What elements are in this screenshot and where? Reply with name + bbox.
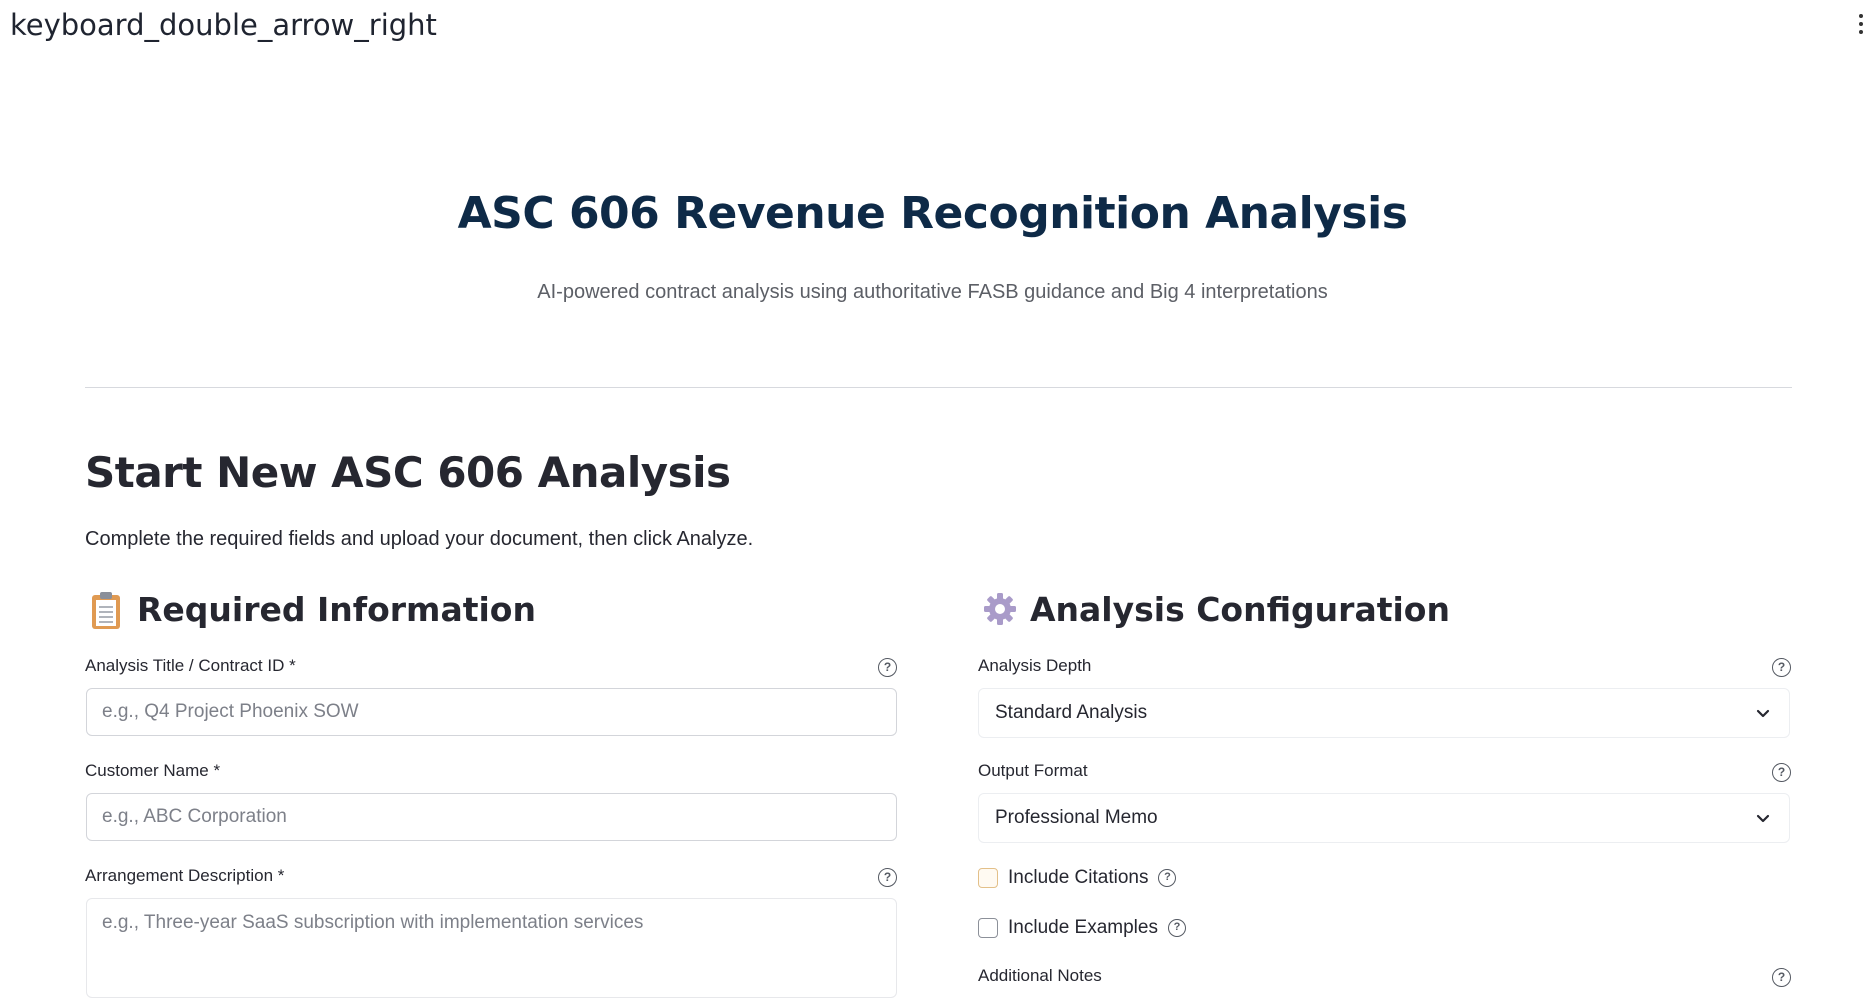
analysis-title-input[interactable] bbox=[86, 688, 897, 736]
include-examples-checkbox[interactable] bbox=[978, 918, 998, 938]
additional-notes-label: Additional Notes bbox=[978, 966, 1102, 985]
customer-name-input[interactable] bbox=[86, 793, 897, 841]
arrangement-description-textarea[interactable] bbox=[86, 898, 897, 998]
main-menu-icon[interactable] bbox=[1857, 14, 1865, 34]
include-citations-checkbox[interactable] bbox=[978, 868, 998, 888]
clipboard-icon bbox=[89, 591, 123, 629]
help-icon[interactable]: ? bbox=[1158, 869, 1177, 887]
sidebar-expand-button[interactable]: keyboard_double_arrow_right bbox=[10, 8, 437, 42]
page-subtitle: AI-powered contract analysis using autho… bbox=[537, 281, 1328, 303]
required-info-heading: Required Information bbox=[89, 590, 536, 629]
analysis-depth-label: Analysis Depth bbox=[978, 656, 1092, 675]
help-icon[interactable]: ? bbox=[1772, 763, 1791, 782]
divider bbox=[85, 387, 1792, 388]
analysis-depth-value: Standard Analysis bbox=[995, 702, 1148, 723]
output-format-value: Professional Memo bbox=[995, 807, 1158, 828]
analysis-config-title: Analysis Configuration bbox=[1030, 590, 1450, 629]
output-format-label: Output Format bbox=[978, 761, 1088, 780]
chevron-down-icon bbox=[1756, 709, 1770, 718]
include-citations-label: Include Citations bbox=[1008, 867, 1149, 888]
required-info-title: Required Information bbox=[137, 590, 536, 629]
analysis-title-label: Analysis Title / Contract ID * bbox=[85, 656, 296, 675]
chevron-down-icon bbox=[1756, 814, 1770, 823]
gear-icon bbox=[982, 591, 1016, 629]
section-description: Complete the required fields and upload … bbox=[85, 528, 754, 550]
include-examples-row[interactable]: Include Examples ? bbox=[978, 917, 1186, 939]
page-title: ASC 606 Revenue Recognition Analysis bbox=[457, 188, 1408, 239]
help-icon[interactable]: ? bbox=[878, 658, 897, 677]
section-heading: Start New ASC 606 Analysis bbox=[85, 448, 731, 497]
analysis-depth-select[interactable]: Standard Analysis bbox=[978, 688, 1790, 738]
help-icon[interactable]: ? bbox=[1772, 968, 1791, 987]
analysis-config-heading: Analysis Configuration bbox=[982, 590, 1450, 629]
customer-name-label: Customer Name * bbox=[85, 761, 221, 780]
include-examples-label: Include Examples bbox=[1008, 917, 1158, 938]
output-format-select[interactable]: Professional Memo bbox=[978, 793, 1790, 843]
help-icon[interactable]: ? bbox=[1167, 919, 1186, 937]
arrangement-description-label: Arrangement Description * bbox=[85, 866, 285, 885]
help-icon[interactable]: ? bbox=[878, 868, 897, 887]
help-icon[interactable]: ? bbox=[1772, 658, 1791, 677]
include-citations-row[interactable]: Include Citations ? bbox=[978, 867, 1177, 889]
